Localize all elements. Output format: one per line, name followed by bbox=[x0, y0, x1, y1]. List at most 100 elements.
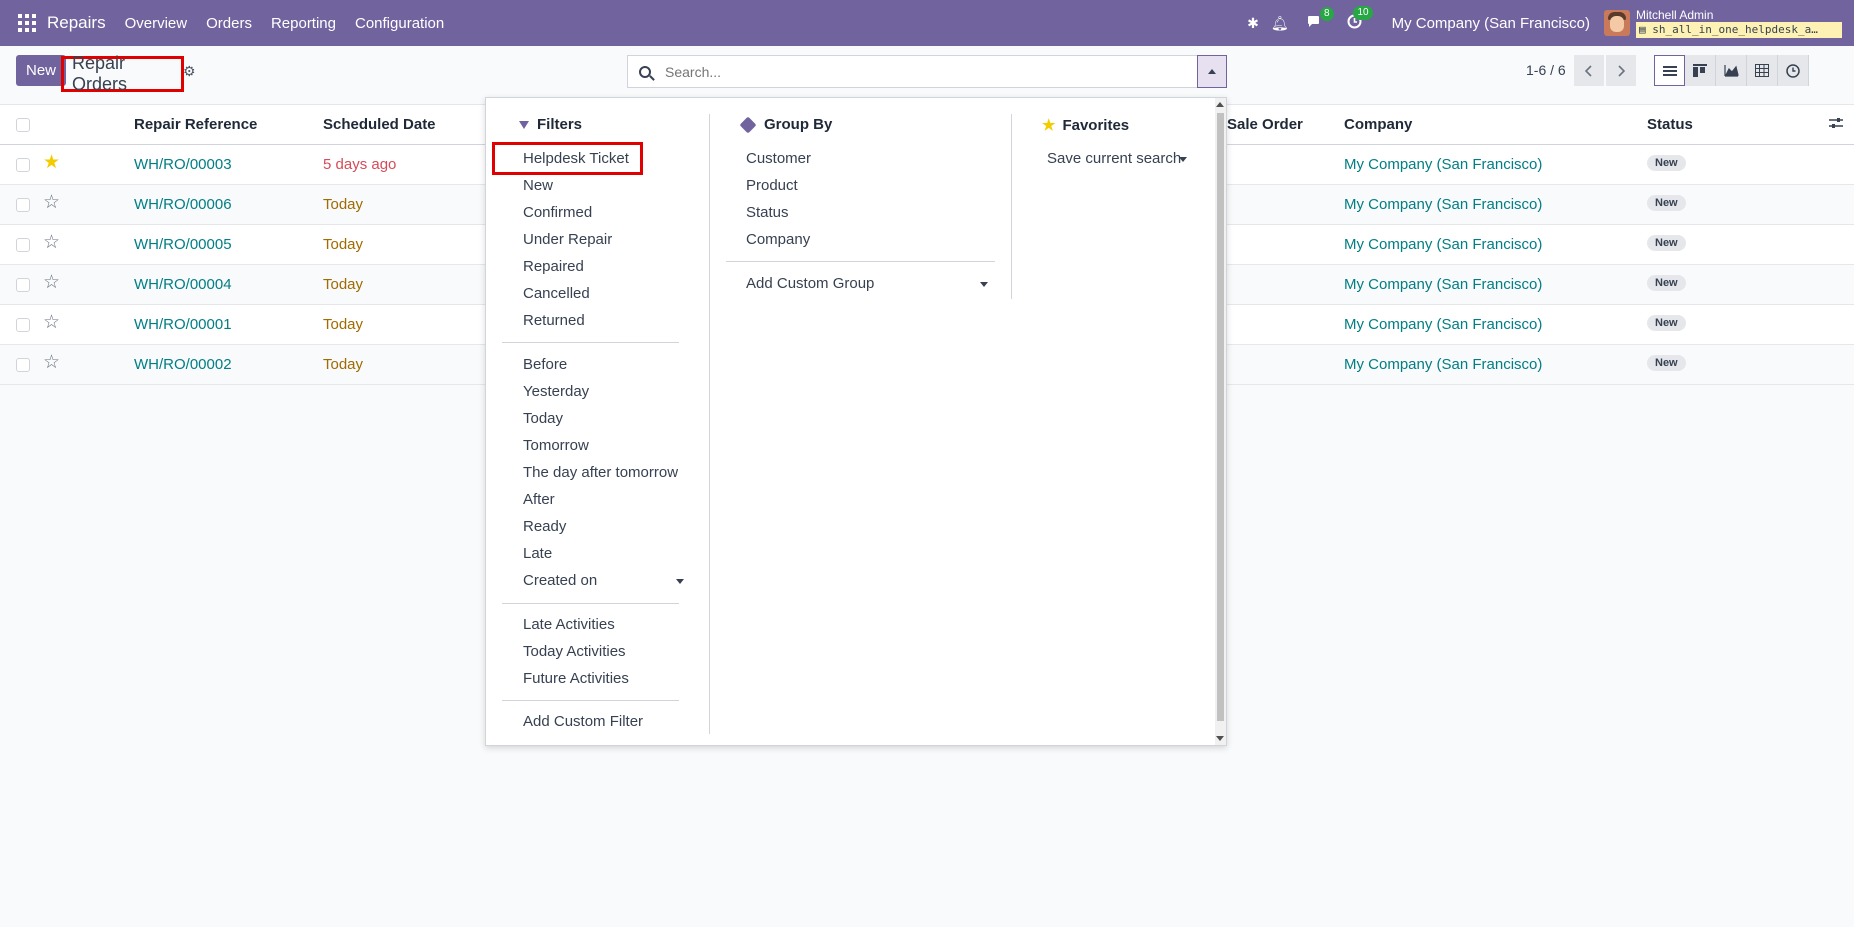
kanban-view-button[interactable] bbox=[1685, 55, 1716, 86]
scroll-down-arrow[interactable] bbox=[1216, 736, 1224, 741]
menu-overview[interactable]: Overview bbox=[125, 15, 188, 32]
row-checkbox[interactable] bbox=[16, 278, 30, 292]
filter-before[interactable]: Before bbox=[523, 356, 567, 373]
repair-reference[interactable]: WH/RO/00005 bbox=[134, 236, 232, 253]
new-button[interactable]: New bbox=[16, 55, 66, 86]
filter-under-repair[interactable]: Under Repair bbox=[523, 231, 612, 248]
company-link[interactable]: My Company (San Francisco) bbox=[1344, 156, 1542, 173]
breadcrumb-title: Repair Orders bbox=[61, 53, 184, 94]
group-by-product[interactable]: Product bbox=[746, 177, 798, 194]
gear-icon[interactable]: ⚙ bbox=[183, 63, 196, 80]
group-by-customer[interactable]: Customer bbox=[746, 150, 811, 167]
filter-late[interactable]: Late bbox=[523, 545, 552, 562]
status-badge: New bbox=[1647, 275, 1686, 291]
repair-reference[interactable]: WH/RO/00006 bbox=[134, 196, 232, 213]
priority-star-icon[interactable]: ☆ bbox=[43, 351, 60, 374]
menu-reporting[interactable]: Reporting bbox=[271, 15, 336, 32]
filter-future-activities[interactable]: Future Activities bbox=[523, 670, 629, 687]
company-link[interactable]: My Company (San Francisco) bbox=[1344, 316, 1542, 333]
priority-star-icon[interactable]: ☆ bbox=[43, 191, 60, 214]
company-link[interactable]: My Company (San Francisco) bbox=[1344, 276, 1542, 293]
repair-reference[interactable]: WH/RO/00002 bbox=[134, 356, 232, 373]
scroll-up-arrow[interactable] bbox=[1216, 102, 1224, 107]
company-link[interactable]: My Company (San Francisco) bbox=[1344, 196, 1542, 213]
graph-view-button[interactable] bbox=[1716, 55, 1747, 86]
row-checkbox[interactable] bbox=[16, 198, 30, 212]
activity-view-button[interactable] bbox=[1778, 55, 1809, 86]
search-options-toggle[interactable] bbox=[1197, 55, 1227, 88]
search-options-dropdown: Filters Helpdesk Ticket New Confirmed Un… bbox=[485, 97, 1227, 746]
pager-value[interactable]: 1-6 / 6 bbox=[1526, 62, 1566, 78]
scheduled-date: 5 days ago bbox=[323, 156, 397, 173]
priority-star-icon[interactable]: ☆ bbox=[43, 271, 60, 294]
filter-created-on[interactable]: Created on bbox=[523, 572, 597, 589]
filter-tomorrow[interactable]: Tomorrow bbox=[523, 437, 589, 454]
filter-ready[interactable]: Ready bbox=[523, 518, 566, 535]
scroll-thumb[interactable] bbox=[1217, 113, 1224, 721]
filter-yesterday[interactable]: Yesterday bbox=[523, 383, 589, 400]
list-view-button[interactable] bbox=[1654, 55, 1685, 86]
search-input[interactable] bbox=[665, 63, 1165, 80]
filter-repaired[interactable]: Repaired bbox=[523, 258, 584, 275]
scheduled-date: Today bbox=[323, 356, 364, 373]
user-avatar[interactable] bbox=[1604, 10, 1630, 36]
row-checkbox[interactable] bbox=[16, 318, 30, 332]
caret-down-icon[interactable] bbox=[1179, 157, 1187, 162]
filter-new[interactable]: New bbox=[523, 177, 553, 194]
apps-menu-icon[interactable] bbox=[18, 14, 36, 32]
save-current-search[interactable]: Save current search bbox=[1047, 150, 1181, 167]
row-checkbox[interactable] bbox=[16, 158, 30, 172]
optional-columns-icon[interactable] bbox=[1829, 116, 1843, 132]
repair-reference[interactable]: WH/RO/00001 bbox=[134, 316, 232, 333]
filter-cancelled[interactable]: Cancelled bbox=[523, 285, 590, 302]
filter-helpdesk-ticket[interactable]: Helpdesk Ticket bbox=[523, 150, 629, 167]
menu-orders[interactable]: Orders bbox=[206, 15, 252, 32]
group-by-status[interactable]: Status bbox=[746, 204, 789, 221]
pivot-view-button[interactable] bbox=[1747, 55, 1778, 86]
user-menu[interactable]: Mitchell Admin ▤ sh_all_in_one_helpdesk_… bbox=[1636, 8, 1842, 38]
caret-up-icon bbox=[1208, 69, 1216, 74]
repair-reference[interactable]: WH/RO/00004 bbox=[134, 276, 232, 293]
row-checkbox[interactable] bbox=[16, 358, 30, 372]
company-link[interactable]: My Company (San Francisco) bbox=[1344, 356, 1542, 373]
priority-star-icon[interactable]: ☆ bbox=[43, 311, 60, 334]
priority-star-icon[interactable]: ★ bbox=[43, 151, 60, 174]
dropdown-scrollbar[interactable] bbox=[1215, 98, 1226, 745]
filters-title: Filters bbox=[519, 116, 582, 133]
filter-today[interactable]: Today bbox=[523, 410, 563, 427]
app-name[interactable]: Repairs bbox=[47, 13, 106, 33]
database-name: ▤ sh_all_in_one_helpdesk_a… bbox=[1636, 21, 1842, 38]
header-scheduled-date[interactable]: Scheduled Date bbox=[323, 116, 436, 133]
filter-late-activities[interactable]: Late Activities bbox=[523, 616, 615, 633]
header-status[interactable]: Status bbox=[1647, 116, 1693, 133]
filter-day-after-tomorrow[interactable]: The day after tomorrow bbox=[523, 464, 678, 481]
caret-down-icon[interactable] bbox=[676, 579, 684, 584]
group-by-company[interactable]: Company bbox=[746, 231, 810, 248]
select-all-checkbox[interactable] bbox=[16, 118, 30, 132]
add-custom-filter[interactable]: Add Custom Filter bbox=[523, 713, 643, 730]
company-link[interactable]: My Company (San Francisco) bbox=[1344, 236, 1542, 253]
filter-today-activities[interactable]: Today Activities bbox=[523, 643, 626, 660]
company-switcher[interactable]: My Company (San Francisco) bbox=[1392, 15, 1590, 32]
filter-confirmed[interactable]: Confirmed bbox=[523, 204, 592, 221]
activities-icon[interactable]: 10 bbox=[1347, 6, 1373, 32]
messages-icon[interactable]: 8 bbox=[1307, 6, 1334, 32]
caret-down-icon[interactable] bbox=[980, 282, 988, 287]
priority-star-icon[interactable]: ☆ bbox=[43, 231, 60, 254]
filter-returned[interactable]: Returned bbox=[523, 312, 585, 329]
header-repair-reference[interactable]: Repair Reference bbox=[134, 116, 257, 133]
kanban-icon bbox=[1693, 64, 1707, 77]
repair-reference[interactable]: WH/RO/00003 bbox=[134, 156, 232, 173]
header-sale-order[interactable]: Sale Order bbox=[1227, 116, 1303, 133]
add-custom-group[interactable]: Add Custom Group bbox=[746, 275, 874, 292]
filter-after[interactable]: After bbox=[523, 491, 555, 508]
menu-configuration[interactable]: Configuration bbox=[355, 15, 444, 32]
bell-icon[interactable]: 🔔︎ bbox=[1271, 15, 1289, 32]
header-company[interactable]: Company bbox=[1344, 116, 1412, 133]
pager-next-button[interactable] bbox=[1606, 55, 1636, 86]
row-checkbox[interactable] bbox=[16, 238, 30, 252]
pager-previous-button[interactable] bbox=[1574, 55, 1604, 86]
bug-icon[interactable]: ✱ bbox=[1247, 15, 1259, 32]
messages-badge: 8 bbox=[1320, 6, 1334, 21]
chevron-left-icon bbox=[1585, 64, 1592, 77]
